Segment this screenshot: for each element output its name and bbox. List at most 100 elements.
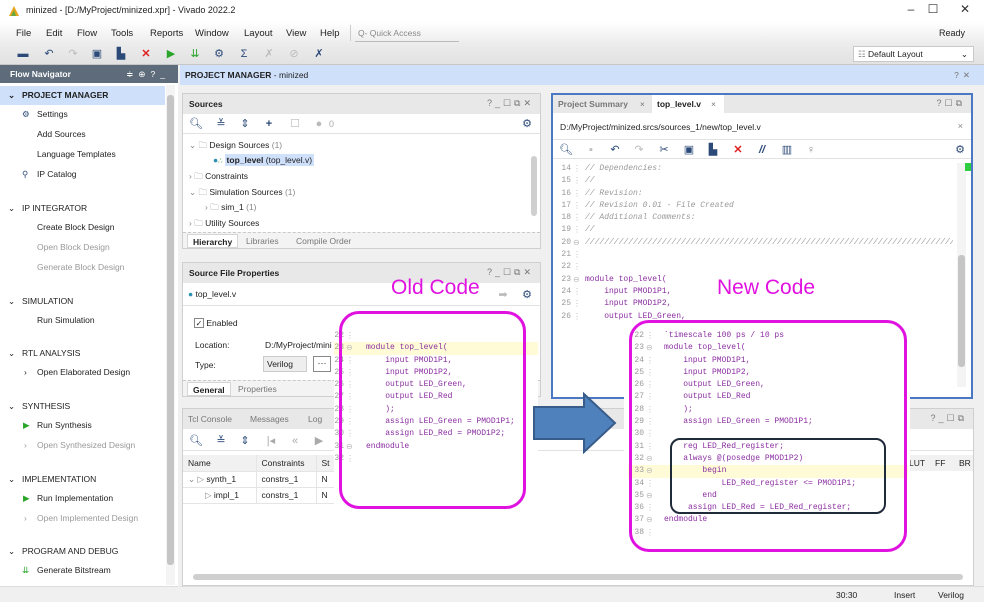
first-icon[interactable]: |◂ — [263, 434, 279, 448]
play-icon[interactable]: ▶ — [311, 434, 327, 448]
close-window-button[interactable]: ✕ — [950, 2, 980, 16]
gear-icon[interactable]: ⚙ — [519, 117, 535, 131]
close-path-icon[interactable]: × — [958, 121, 963, 131]
open-project-icon[interactable]: ▬ — [14, 46, 32, 62]
tab-compile-order[interactable]: Compile Order — [291, 234, 356, 248]
fn-item-open-block-design[interactable]: Open Block Design — [0, 238, 165, 257]
fn-section-ip-integrator[interactable]: ⌄ IP INTEGRATOR — [0, 199, 165, 218]
fn-item-open-implemented-design[interactable]: › Open Implemented Design — [0, 509, 165, 528]
tree-constraints[interactable]: › 🗀 Constraints — [189, 169, 248, 184]
col-br[interactable]: BR — [959, 458, 971, 468]
properties-icon[interactable]: ☐ — [287, 117, 303, 131]
tree-sim-1[interactable]: › 🗀 sim_1 (1) — [205, 200, 257, 215]
redo-icon[interactable]: ↷ — [64, 46, 82, 62]
tab-messages[interactable]: Messages — [245, 412, 294, 426]
fn-item-generate-block-design[interactable]: Generate Block Design — [0, 258, 165, 277]
tab-libraries[interactable]: Libraries — [241, 234, 284, 248]
expand-all-icon[interactable]: ⇕ — [237, 117, 253, 131]
fn-section-program-debug[interactable]: ⌄ PROGRAM AND DEBUG — [0, 542, 165, 561]
editor-window-controls[interactable]: ?☐⧉ — [937, 98, 966, 109]
tree-simulation-sources[interactable]: ⌄ 🗀 Simulation Sources (1) — [189, 185, 295, 200]
tab-log[interactable]: Log — [303, 412, 327, 426]
console-window-controls[interactable]: ?_☐⧉ — [930, 413, 967, 424]
col-name[interactable]: Name — [183, 455, 257, 472]
tree-utility-sources[interactable]: › 🗀 Utility Sources — [189, 216, 259, 231]
comment-icon[interactable]: // — [754, 143, 770, 157]
fn-section-implementation[interactable]: ⌄ IMPLEMENTATION — [0, 470, 165, 489]
delete-icon[interactable]: ✕ — [730, 143, 746, 157]
disabled-pen-icon[interactable]: ⊘ — [285, 46, 303, 62]
previous-icon[interactable]: « — [287, 434, 303, 448]
paste-icon[interactable]: ▙ — [112, 46, 130, 62]
fn-section-synthesis[interactable]: ⌄ SYNTHESIS — [0, 397, 165, 416]
generate-bitstream-icon[interactable]: ⇊ — [186, 46, 204, 62]
menu-file[interactable]: File — [16, 28, 31, 39]
undo-icon[interactable]: ↶ — [607, 143, 623, 157]
column-select-icon[interactable]: ▥ — [779, 143, 795, 157]
run-icon[interactable]: ▶ — [162, 46, 180, 62]
fn-item-create-block-design[interactable]: Create Block Design — [0, 218, 165, 237]
collapse-all-icon[interactable]: ≚ — [213, 434, 229, 448]
sources-scrollbar[interactable] — [531, 156, 537, 216]
close-tab-icon[interactable]: × — [640, 99, 645, 109]
fn-section-rtl-analysis[interactable]: ⌄ RTL ANALYSIS — [0, 344, 165, 363]
col-constraints[interactable]: Constraints — [256, 455, 317, 472]
table-row[interactable]: ▷ impl_1 constrs_1 N — [183, 487, 343, 504]
tab-properties[interactable]: Properties — [233, 382, 282, 396]
menu-view[interactable]: View — [286, 28, 306, 39]
disabled-tool-icon[interactable]: ✗ — [260, 46, 278, 62]
menu-edit[interactable]: Edit — [46, 28, 62, 39]
add-icon[interactable]: + — [261, 117, 277, 131]
paste-icon[interactable]: ▙ — [705, 143, 721, 157]
menu-reports[interactable]: Reports — [150, 28, 183, 39]
file-props-window-controls[interactable]: ?_☐⧉✕ — [487, 267, 534, 278]
layout-select[interactable]: ☷ Default Layout ⌄ — [853, 46, 974, 62]
quick-access-input[interactable]: Q- Quick Access — [355, 26, 459, 42]
type-value[interactable]: Verilog — [263, 356, 307, 372]
flow-navigator-controls[interactable]: ≑⊕?_ — [126, 65, 170, 83]
sources-window-controls[interactable]: ?_☐⧉✕ — [487, 98, 534, 109]
expand-all-icon[interactable]: ⇕ — [237, 434, 253, 448]
cancel-tool-icon[interactable]: ✗ — [310, 46, 328, 62]
menu-window[interactable]: Window — [195, 28, 229, 39]
save-icon[interactable]: ▪ — [583, 143, 599, 157]
fn-item-run-simulation[interactable]: Run Simulation — [0, 311, 165, 330]
col-ff[interactable]: FF — [935, 458, 945, 468]
fn-item-settings[interactable]: ⚙ Settings — [0, 105, 165, 124]
console-horizontal-scrollbar[interactable] — [193, 574, 963, 580]
fn-item-ip-catalog[interactable]: ⚲ IP Catalog — [0, 165, 165, 184]
copy-icon[interactable]: ▣ — [88, 46, 106, 62]
tree-design-sources[interactable]: ⌄ 🗀 Design Sources (1) — [189, 138, 282, 153]
undo-icon[interactable]: ↶ — [40, 46, 58, 62]
menu-flow[interactable]: Flow — [77, 28, 97, 39]
settings-icon[interactable]: ⚙ — [210, 46, 228, 62]
sigma-icon[interactable]: Σ — [235, 46, 253, 62]
fn-item-language-templates[interactable]: Language Templates — [0, 145, 165, 164]
tab-tcl-console[interactable]: Tcl Console — [183, 412, 237, 426]
tab-top-level-v[interactable]: top_level.v × — [652, 95, 724, 113]
search-icon[interactable]: 🔍︎ — [558, 143, 574, 157]
tree-top-level[interactable]: ●∴ top_level (top_level.v) — [213, 153, 315, 168]
collapse-all-icon[interactable]: ≚ — [213, 117, 229, 131]
lightbulb-icon[interactable]: ♀ — [803, 143, 819, 157]
table-row[interactable]: ⌄ ▷ synth_1 constrs_1 N — [183, 471, 343, 488]
gear-icon[interactable]: ⚙ — [952, 143, 968, 157]
fn-section-simulation[interactable]: ⌄ SIMULATION — [0, 292, 165, 311]
fn-section-project-manager[interactable]: ⌄ PROJECT MANAGER — [0, 86, 165, 105]
maximize-button[interactable]: ☐ — [918, 2, 948, 16]
fn-item-run-synthesis[interactable]: ▶ Run Synthesis — [0, 416, 165, 435]
gear-icon[interactable]: ⚙ — [519, 288, 535, 302]
fn-item-generate-bitstream[interactable]: ⇊ Generate Bitstream — [0, 561, 165, 580]
flow-navigator-scroll-thumb[interactable] — [167, 95, 174, 565]
cut-icon[interactable]: ✂ — [656, 143, 672, 157]
col-lut[interactable]: LUT — [909, 458, 925, 468]
close-tab-icon[interactable]: × — [711, 99, 716, 109]
fn-item-add-sources[interactable]: Add Sources — [0, 125, 165, 144]
forward-arrow-icon[interactable]: ➡ — [495, 288, 511, 302]
search-icon[interactable]: 🔍︎ — [188, 117, 204, 131]
fn-item-open-elaborated-design[interactable]: › Open Elaborated Design — [0, 363, 165, 382]
search-icon[interactable]: 🔍︎ — [188, 434, 204, 448]
editor-scroll-thumb[interactable] — [958, 255, 965, 367]
delete-icon[interactable]: ✕ — [137, 46, 155, 62]
menu-tools[interactable]: Tools — [111, 28, 133, 39]
